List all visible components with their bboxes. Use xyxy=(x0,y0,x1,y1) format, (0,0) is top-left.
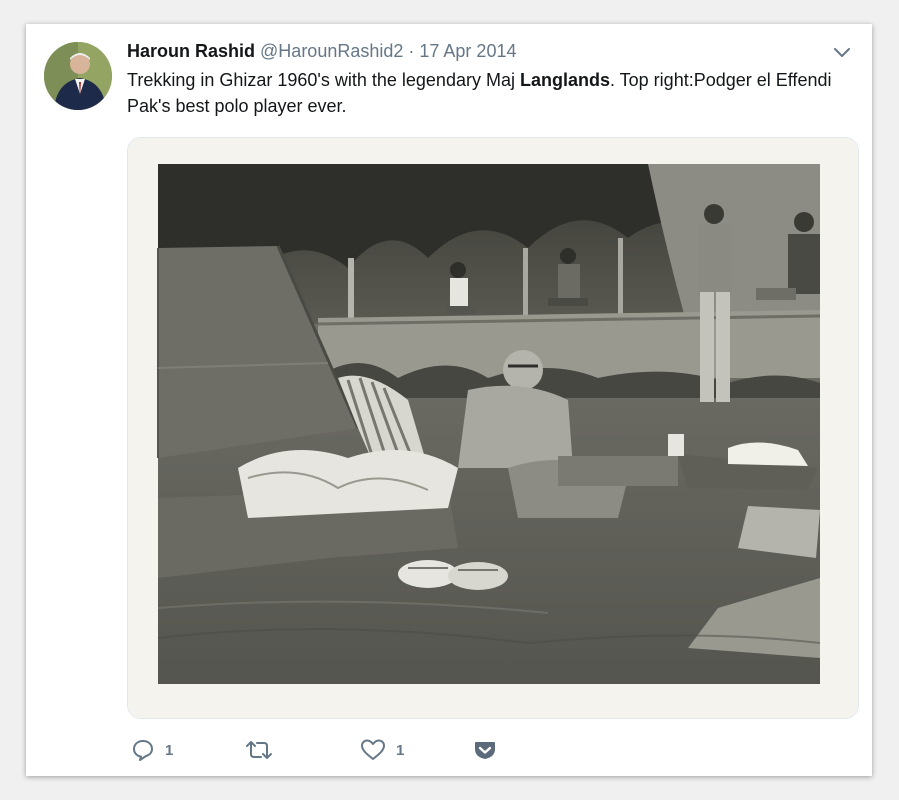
like-button[interactable]: 1 xyxy=(360,736,404,764)
avatar-image xyxy=(44,42,112,110)
tweet-text: Trekking in Ghizar 1960's with the legen… xyxy=(127,67,857,119)
author-handle[interactable]: @HarounRashid2 xyxy=(260,41,403,61)
retweet-icon xyxy=(246,741,272,759)
tweet-photo[interactable] xyxy=(127,137,859,719)
tweet-actions: 1 1 xyxy=(127,736,627,764)
retweet-button[interactable] xyxy=(245,736,283,764)
author-name[interactable]: Haroun Rashid xyxy=(127,41,255,61)
author-avatar[interactable] xyxy=(44,42,112,110)
tweet-text-part1: Trekking in Ghizar 1960's with the legen… xyxy=(127,70,520,90)
reply-icon xyxy=(133,740,153,761)
pocket-icon xyxy=(475,742,495,759)
tweet-text-mention: Langlands xyxy=(519,70,610,90)
vintage-photo xyxy=(128,138,858,718)
chevron-down-icon[interactable] xyxy=(832,42,852,62)
reply-count: 1 xyxy=(165,741,174,759)
tweet-date[interactable]: 17 Apr 2014 xyxy=(419,41,516,61)
pocket-button[interactable] xyxy=(473,736,497,764)
tweet-card: Haroun Rashid @HarounRashid2 · 17 Apr 20… xyxy=(26,24,872,776)
reply-button[interactable]: 1 xyxy=(131,736,173,764)
heart-icon xyxy=(361,739,385,760)
tweet-header: Haroun Rashid @HarounRashid2 · 17 Apr 20… xyxy=(127,39,516,63)
like-count: 1 xyxy=(396,741,405,759)
header-separator: · xyxy=(403,41,420,61)
